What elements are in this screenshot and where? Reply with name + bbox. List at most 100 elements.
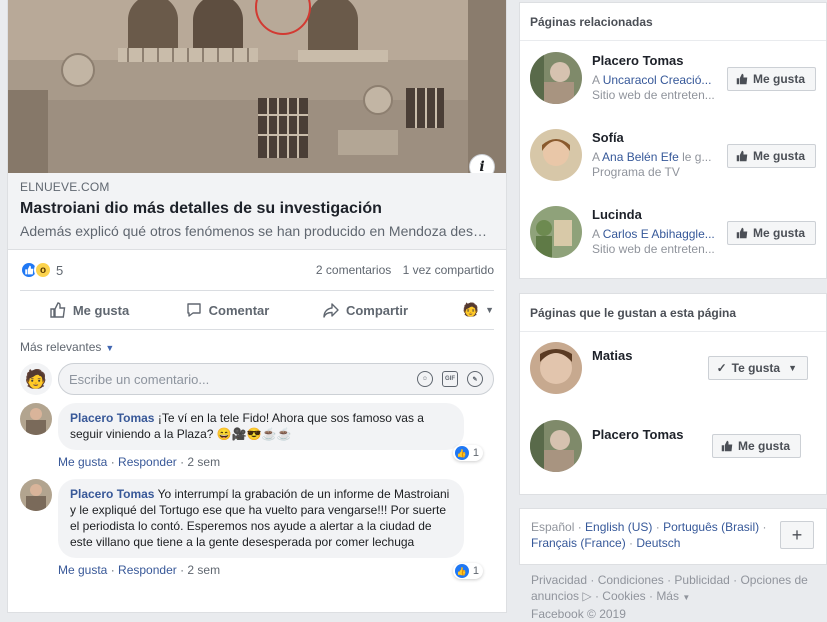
- page-category: Programa de TV: [592, 165, 680, 179]
- more-languages-button[interactable]: +: [780, 521, 814, 549]
- friend-link[interactable]: Carlos E Abihaggle...: [603, 227, 715, 241]
- lang-link[interactable]: English (US): [585, 520, 652, 534]
- comment-button[interactable]: Comentar: [158, 301, 296, 319]
- reaction-summary[interactable]: o 5: [20, 261, 63, 279]
- related-page-item: Placero Tomas A Uncaracol Creació... Sit…: [520, 41, 826, 118]
- post-stats: o 5 2 comentarios 1 vez compartido: [8, 250, 506, 290]
- comment-bubble: Placero Tomas Yo interrumpí la grabación…: [58, 479, 464, 558]
- lang-link[interactable]: Português (Brasil): [663, 520, 759, 534]
- comment-like-link[interactable]: Me gusta: [58, 563, 107, 577]
- comment-like-link[interactable]: Me gusta: [58, 455, 107, 469]
- page-category: Sitio web de entreten...: [592, 88, 715, 102]
- language-selector: Español · English (US) · Português (Bras…: [519, 508, 827, 565]
- check-icon: ✓: [716, 361, 727, 375]
- comment-reaction-count[interactable]: 👍 1: [452, 445, 483, 461]
- thumbs-up-icon: [736, 150, 748, 162]
- profile-avatar-small: 🧑: [462, 302, 480, 317]
- page-category: Sitio web de entreten...: [592, 242, 715, 256]
- page-name[interactable]: Placero Tomas: [592, 53, 718, 68]
- copyright: Facebook © 2019: [531, 607, 626, 621]
- legal-link[interactable]: Privacidad: [531, 573, 587, 587]
- lang-link[interactable]: Deutsch: [636, 536, 680, 550]
- page-avatar[interactable]: [530, 52, 582, 104]
- link-domain: ELNUEVE.COM: [20, 180, 110, 194]
- page-avatar[interactable]: [530, 420, 582, 472]
- legal-links: Privacidad · Condiciones · Publicidad · …: [531, 573, 808, 621]
- emoji-icon[interactable]: ☺: [417, 371, 433, 387]
- comment-item: Placero Tomas Yo interrumpí la grabación…: [8, 479, 506, 579]
- caret-down-icon: ▼: [105, 343, 115, 353]
- reaction-count: 5: [56, 262, 64, 278]
- legal-link[interactable]: Publicidad: [674, 573, 729, 587]
- engagement-counts: 2 comentarios 1 vez compartido: [308, 263, 494, 277]
- page-name[interactable]: Placero Tomas: [592, 427, 712, 442]
- like-page-button[interactable]: Me gusta: [726, 221, 816, 245]
- comment-input[interactable]: Escribe un comentario... ☺ GIF ✎: [58, 363, 494, 395]
- like-page-button[interactable]: Me gusta: [711, 434, 801, 458]
- comment-meta: Me gusta · Responder · 2 sem: [58, 563, 221, 577]
- info-icon[interactable]: i: [469, 154, 495, 173]
- reaction-as-selector[interactable]: 🧑 ▼: [434, 302, 494, 318]
- thumbs-up-icon: [736, 73, 748, 85]
- comment-reply-link[interactable]: Responder: [118, 563, 177, 577]
- comment-timestamp[interactable]: 2 sem: [187, 455, 220, 469]
- friend-link[interactable]: Ana Belén Efe: [602, 150, 679, 164]
- comment-timestamp[interactable]: 2 sem: [187, 563, 220, 577]
- sticker-icon[interactable]: ✎: [467, 371, 483, 387]
- friend-link[interactable]: Uncaracol Creació...: [603, 73, 712, 87]
- comment-bubble-icon: [186, 303, 201, 317]
- comments-count[interactable]: 2 comentarios: [316, 263, 391, 277]
- adchoices-icon: ▷: [579, 589, 592, 603]
- chevron-down-icon: ▼: [788, 363, 797, 373]
- liked-pages-title: Páginas que le gustan a esta página: [520, 294, 826, 332]
- page-avatar[interactable]: [530, 342, 582, 394]
- comment-item: Placero Tomas ¡Te ví en la tele Fido! Ah…: [8, 403, 506, 469]
- comment-reply-link[interactable]: Responder: [118, 455, 177, 469]
- commenter-avatar[interactable]: [20, 403, 52, 435]
- commenter-avatar[interactable]: [20, 479, 52, 511]
- share-button[interactable]: Compartir: [296, 301, 434, 319]
- comment-author[interactable]: Placero Tomas: [70, 411, 154, 425]
- page-friend-like: A Uncaracol Creació...: [592, 73, 712, 87]
- related-pages-title: Páginas relacionadas: [520, 3, 826, 41]
- comment-bubble: Placero Tomas ¡Te ví en la tele Fido! Ah…: [58, 403, 464, 450]
- related-page-item: Sofía A Ana Belén Efe le g... Programa d…: [520, 118, 826, 195]
- link-preview[interactable]: ELNUEVE.COM Mastroiani dio más detalles …: [8, 173, 506, 250]
- page-avatar[interactable]: [530, 206, 582, 258]
- like-page-button[interactable]: Me gusta: [726, 144, 816, 168]
- liked-page-button[interactable]: ✓ Te gusta ▼: [707, 356, 808, 380]
- comment-meta: Me gusta · Responder · 2 sem: [58, 455, 221, 469]
- post-card: i ELNUEVE.COM Mastroiani dio más detalle…: [7, 0, 507, 613]
- post-actions: Me gusta Comentar Compartir 🧑 ▼: [20, 290, 494, 330]
- related-page-item: Lucinda A Carlos E Abihaggle... Sitio we…: [520, 195, 826, 272]
- comment-sort-dropdown[interactable]: Más relevantes ▼: [8, 330, 506, 354]
- liked-pages-panel: Páginas que le gustan a esta página Mati…: [519, 293, 827, 495]
- page-name[interactable]: Matias: [592, 348, 708, 363]
- liked-page-item: Matias ✓ Te gusta ▼: [520, 332, 826, 408]
- page-friend-like: A Ana Belén Efe le g...: [592, 150, 712, 164]
- shares-count[interactable]: 1 vez compartido: [403, 263, 494, 277]
- comment-reaction-count[interactable]: 👍 1: [452, 563, 483, 579]
- link-description: Además explicó qué otros fenómenos se ha…: [20, 223, 494, 239]
- gif-icon[interactable]: GIF: [442, 371, 458, 387]
- user-avatar: 🧑: [20, 363, 52, 395]
- page-name[interactable]: Sofía: [592, 130, 718, 145]
- liked-page-item: Placero Tomas Me gusta: [520, 408, 826, 488]
- like-button[interactable]: Me gusta: [20, 301, 158, 319]
- legal-link[interactable]: Condiciones: [598, 573, 664, 587]
- page-name[interactable]: Lucinda: [592, 207, 718, 222]
- comment-author[interactable]: Placero Tomas: [70, 487, 154, 501]
- lang-link[interactable]: Français (France): [531, 536, 626, 550]
- thumbs-up-icon: [721, 440, 733, 452]
- link-preview-image[interactable]: i: [8, 0, 506, 173]
- page-friend-like: A Carlos E Abihaggle...: [592, 227, 715, 241]
- wow-reaction-icon: o: [34, 261, 52, 279]
- page-avatar[interactable]: [530, 129, 582, 181]
- chevron-down-icon: ▼: [682, 593, 691, 602]
- like-page-button[interactable]: Me gusta: [726, 67, 816, 91]
- lang-current: Español: [531, 520, 575, 534]
- link-title[interactable]: Mastroiani dio más detalles de su invest…: [20, 200, 494, 218]
- thumbs-up-icon: [50, 302, 66, 318]
- legal-link[interactable]: Cookies: [602, 589, 645, 603]
- legal-link[interactable]: Más: [656, 589, 679, 603]
